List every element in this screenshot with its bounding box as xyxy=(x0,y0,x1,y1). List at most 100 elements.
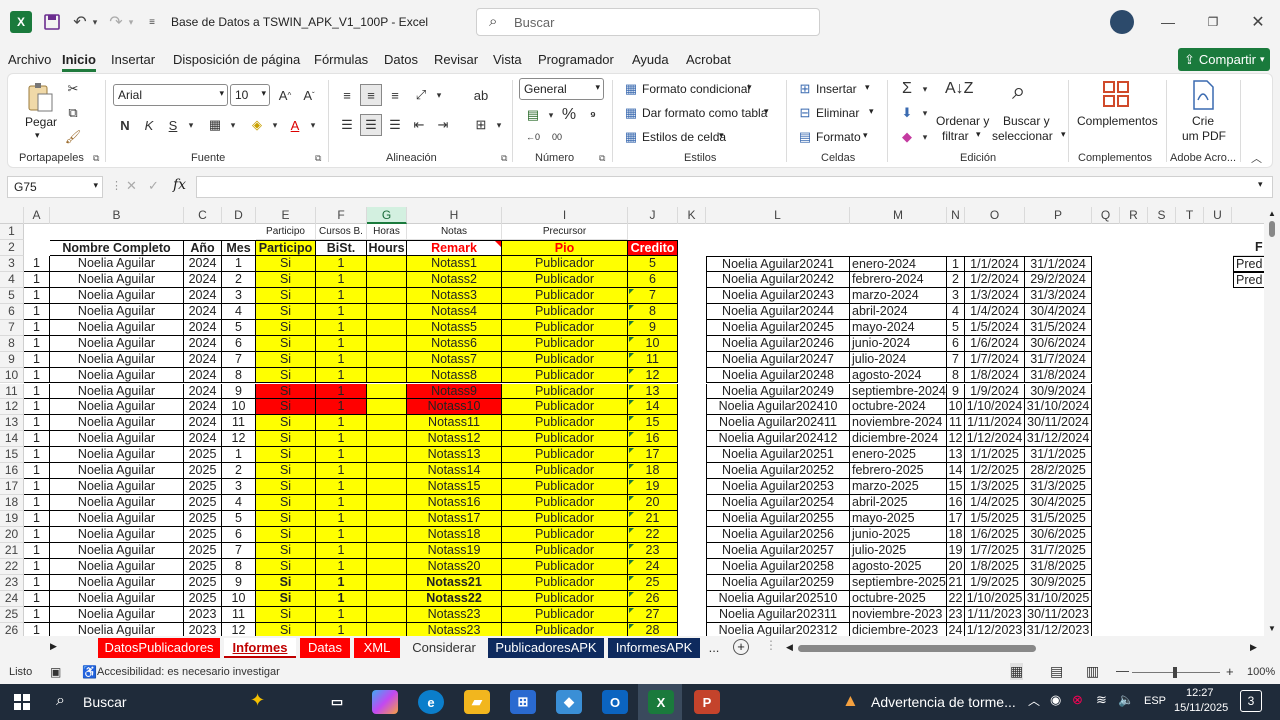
cell-m18[interactable]: abril-2025 xyxy=(850,495,947,512)
cell-o8[interactable]: 1/6/2024 xyxy=(965,335,1025,352)
cell-m3[interactable]: enero-2024 xyxy=(850,255,947,272)
error-indicator-icon[interactable] xyxy=(629,304,634,310)
cell-h26[interactable]: Notass23 xyxy=(407,622,502,636)
copilot-icon[interactable] xyxy=(372,690,398,714)
cell-h21[interactable]: Notass19 xyxy=(407,543,502,559)
sheet-tab-informesapk[interactable]: InformesAPK xyxy=(608,638,700,658)
cell-c19[interactable]: 2025 xyxy=(184,511,222,528)
align-center-icon[interactable]: ☰ xyxy=(360,114,382,136)
cell-d20[interactable]: 6 xyxy=(222,527,256,543)
cell-l12[interactable]: Noelia Aguilar202410 xyxy=(706,399,850,416)
collapse-ribbon-icon[interactable]: ︿ xyxy=(1251,150,1262,166)
cell-c12[interactable]: 2024 xyxy=(184,399,222,416)
cell-l19[interactable]: Noelia Aguilar20255 xyxy=(706,511,850,528)
cell-l23[interactable]: Noelia Aguilar20259 xyxy=(706,574,850,591)
cell-b25[interactable]: Noelia Aguilar xyxy=(50,606,184,623)
error-indicator-icon[interactable] xyxy=(629,591,634,597)
cell-o6[interactable]: 1/4/2024 xyxy=(965,303,1025,320)
cell-d23[interactable]: 9 xyxy=(222,574,256,591)
cell-c25[interactable]: 2023 xyxy=(184,606,222,623)
error-indicator-icon[interactable] xyxy=(629,336,634,342)
cell-o12[interactable]: 1/10/2024 xyxy=(965,399,1025,416)
chevron-down-icon[interactable]: ▾ xyxy=(863,130,868,141)
column-header-r[interactable]: R xyxy=(1120,207,1148,224)
error-indicator-icon[interactable] xyxy=(629,400,634,406)
cell-e13[interactable]: Si xyxy=(256,415,316,432)
percent-icon[interactable]: % xyxy=(558,104,580,126)
cell-e4[interactable]: Si xyxy=(256,271,316,288)
cell-i22[interactable]: Publicador xyxy=(502,558,628,575)
cell-j14[interactable]: 16 xyxy=(628,431,678,448)
row-header[interactable]: 1 xyxy=(0,224,24,240)
bold-button[interactable]: N xyxy=(114,114,136,136)
cell-m13[interactable]: noviembre-2024 xyxy=(850,415,947,432)
cell-o4[interactable]: 1/2/2024 xyxy=(965,271,1025,288)
header-cell-b[interactable]: Nombre Completo xyxy=(50,239,184,256)
column-header-s[interactable]: S xyxy=(1148,207,1176,224)
share-button[interactable]: ⇪ Compartir ▾ xyxy=(1178,48,1270,71)
cell-g7[interactable] xyxy=(367,319,407,336)
search-icon[interactable]: ⌕ xyxy=(56,692,65,710)
error-indicator-icon[interactable] xyxy=(629,320,634,326)
cell-d16[interactable]: 2 xyxy=(222,463,256,480)
macro-record-icon[interactable]: ▣ xyxy=(50,665,61,679)
cell-n22[interactable]: 20 xyxy=(947,558,965,575)
alineacion-launcher-icon[interactable]: ⧉ xyxy=(501,153,507,164)
cell-j5[interactable]: 7 xyxy=(628,287,678,304)
cell-d15[interactable]: 1 xyxy=(222,447,256,464)
cell-p11[interactable]: 30/9/2024 xyxy=(1025,383,1092,400)
cell-g21[interactable] xyxy=(367,543,407,559)
row-header[interactable]: 7 xyxy=(0,319,24,336)
cell-p7[interactable]: 31/5/2024 xyxy=(1025,319,1092,336)
volume-icon[interactable]: 🔈 xyxy=(1118,692,1134,708)
cell-n21[interactable]: 19 xyxy=(947,543,965,559)
cell-l15[interactable]: Noelia Aguilar20251 xyxy=(706,447,850,464)
cell-a18[interactable]: 1 xyxy=(24,495,50,512)
copy-icon[interactable]: ⧉ xyxy=(62,102,84,124)
column-header-a[interactable]: A xyxy=(24,207,50,224)
error-indicator-icon[interactable] xyxy=(629,464,634,470)
cell-a15[interactable]: 1 xyxy=(24,447,50,464)
cell-styles-icon[interactable]: ▦ xyxy=(620,126,642,148)
clear-dropdown-icon[interactable]: ▾ xyxy=(914,126,936,148)
zoom-in-icon[interactable]: + xyxy=(1226,664,1234,679)
cell-p5[interactable]: 31/3/2024 xyxy=(1025,287,1092,304)
cell-g20[interactable] xyxy=(367,527,407,543)
cell-e18[interactable]: Si xyxy=(256,495,316,512)
cell-h10[interactable]: Notass8 xyxy=(407,367,502,384)
column-header-p[interactable]: P xyxy=(1025,207,1092,224)
cell-i17[interactable]: Publicador xyxy=(502,479,628,496)
customize-toolbar-icon[interactable]: ≡ xyxy=(146,12,158,32)
header-cell-j[interactable]: Credito xyxy=(628,239,678,256)
cell-j13[interactable]: 15 xyxy=(628,415,678,432)
cell-j26[interactable]: 28 xyxy=(628,622,678,636)
cell-c17[interactable]: 2025 xyxy=(184,479,222,496)
cell-i18[interactable]: Publicador xyxy=(502,495,628,512)
cell-f6[interactable]: 1 xyxy=(316,303,367,320)
cell-c8[interactable]: 2024 xyxy=(184,335,222,352)
format-cells-icon[interactable]: ▤ xyxy=(794,126,816,148)
cell-h9[interactable]: Notass7 xyxy=(407,351,502,368)
cell-f18[interactable]: 1 xyxy=(316,495,367,512)
cell-e15[interactable]: Si xyxy=(256,447,316,464)
cell-a8[interactable]: 1 xyxy=(24,335,50,352)
close-icon[interactable]: ✕ xyxy=(1248,12,1268,32)
cell-m6[interactable]: abril-2024 xyxy=(850,303,947,320)
cell-m17[interactable]: marzo-2025 xyxy=(850,479,947,496)
cell-p15[interactable]: 31/1/2025 xyxy=(1025,447,1092,464)
cell-e19[interactable]: Si xyxy=(256,511,316,528)
insert-cells-button[interactable]: Insertar xyxy=(816,82,857,96)
fuente-launcher-icon[interactable]: ⧉ xyxy=(315,153,321,164)
weather-text[interactable]: Advertencia de torme... xyxy=(871,694,1016,710)
cell-g26[interactable] xyxy=(367,622,407,636)
formula-input[interactable] xyxy=(196,176,1273,198)
row-header[interactable]: 26 xyxy=(0,622,24,636)
wrap-text-icon[interactable]: ab xyxy=(470,84,492,106)
column-header-b[interactable]: B xyxy=(50,207,184,224)
cell-p10[interactable]: 31/8/2024 xyxy=(1025,367,1092,384)
cell-c24[interactable]: 2025 xyxy=(184,590,222,607)
cell-e9[interactable]: Si xyxy=(256,351,316,368)
sheet-tab-xml[interactable]: XML xyxy=(354,638,400,658)
cell-o23[interactable]: 1/9/2025 xyxy=(965,574,1025,591)
cell-c10[interactable]: 2024 xyxy=(184,367,222,384)
